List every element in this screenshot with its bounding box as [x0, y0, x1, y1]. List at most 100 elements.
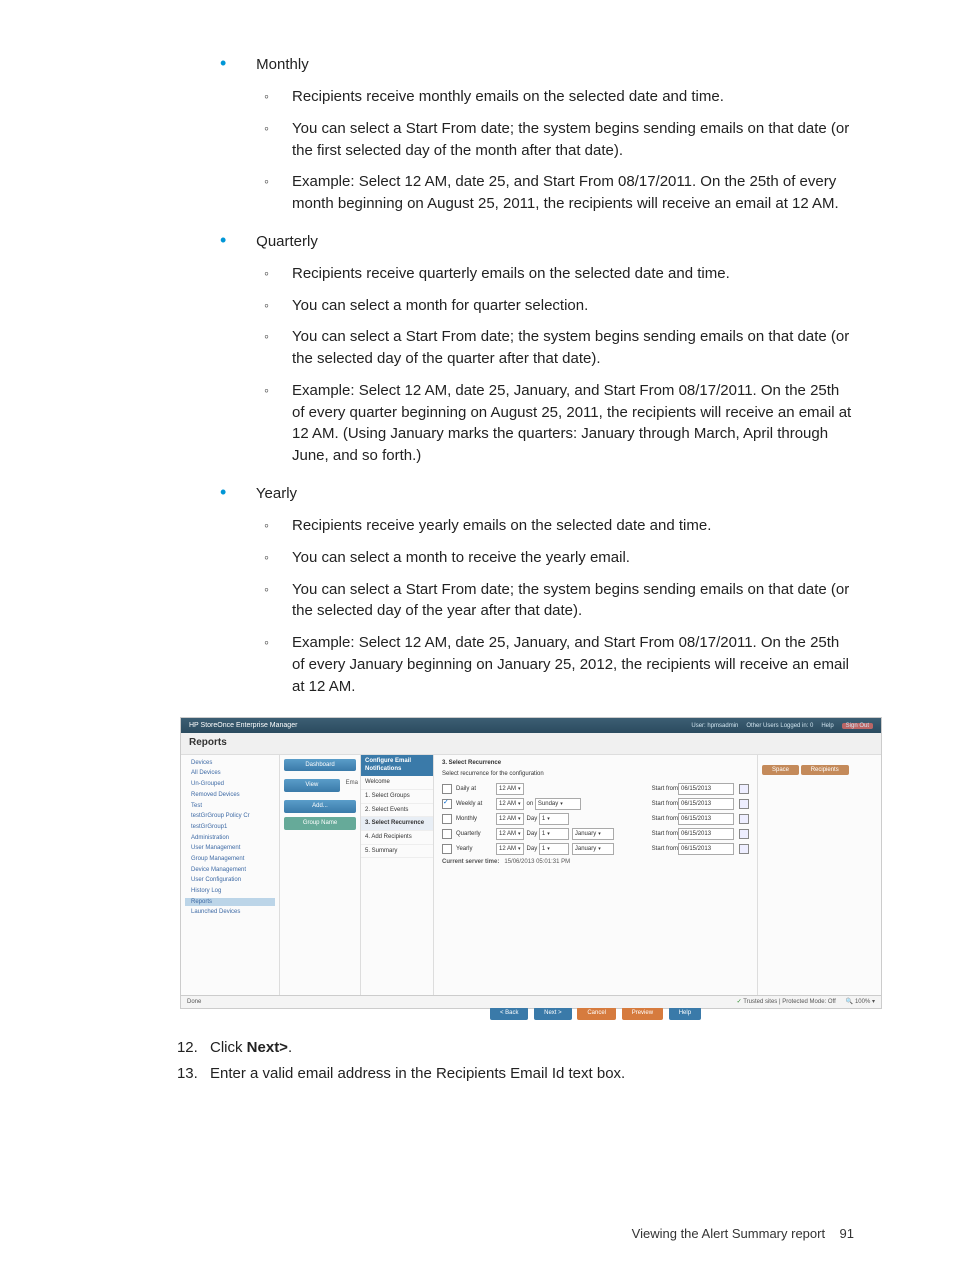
nav-devices[interactable]: Devices	[185, 759, 275, 768]
titlebar-right: User: hpmsadmin Other Users Logged in: 0…	[685, 721, 873, 731]
nav-removed[interactable]: Removed Devices	[185, 791, 275, 800]
ema-label: Ema	[346, 779, 358, 792]
nav-device-mgmt[interactable]: Device Management	[185, 866, 275, 875]
cancel-button[interactable]: Cancel	[577, 1007, 616, 1020]
next-label: Next>	[247, 1039, 288, 1056]
quarterly-item: Recipients receive quarterly emails on t…	[292, 263, 854, 285]
nav-administration[interactable]: Administration	[185, 834, 275, 843]
server-time-label: Current server time:	[442, 859, 499, 865]
quarterly-time-select[interactable]: 12 AM	[496, 828, 524, 840]
yearly-time-select[interactable]: 12 AM	[496, 843, 524, 855]
weekly-checkbox[interactable]	[442, 799, 452, 809]
preview-button[interactable]: Preview	[622, 1007, 663, 1020]
yearly-checkbox[interactable]	[442, 844, 452, 854]
nav-test[interactable]: Test	[185, 802, 275, 811]
trusted-sites-label: Trusted sites | Protected Mode: Off	[743, 999, 836, 1005]
yearly-day-select[interactable]: 1	[539, 843, 569, 855]
daily-label: Daily at	[456, 785, 496, 794]
wizard-step-5[interactable]: 5. Summary	[361, 845, 433, 859]
yearly-startfrom-input[interactable]: 06/15/2013	[678, 843, 734, 855]
next-button[interactable]: Next >	[534, 1007, 572, 1020]
day-label: Day	[527, 815, 538, 824]
yearly-item: Example: Select 12 AM, date 25, January,…	[292, 632, 854, 697]
weekly-day-select[interactable]: Sunday	[535, 798, 581, 810]
calendar-icon[interactable]	[739, 799, 749, 809]
view-button[interactable]: View	[284, 779, 340, 792]
procedure-steps: Click Next>. Enter a valid email address…	[180, 1037, 854, 1085]
quarterly-startfrom-input[interactable]: 06/15/2013	[678, 828, 734, 840]
group-name-header[interactable]: Group Name	[284, 817, 356, 830]
weekly-startfrom-input[interactable]: 06/15/2013	[678, 798, 734, 810]
nav-testgroup1[interactable]: testGrGroup1	[185, 823, 275, 832]
monthly-time-select[interactable]: 12 AM	[496, 813, 524, 825]
monthly-label: Monthly	[456, 815, 496, 824]
monthly-day-select[interactable]: 1	[539, 813, 569, 825]
daily-startfrom-input[interactable]: 06/15/2013	[678, 783, 734, 795]
yearly-month-select[interactable]: January	[572, 843, 614, 855]
yearly-label: Yearly	[456, 845, 496, 854]
step-12: Click Next>.	[202, 1037, 854, 1059]
left-nav: Devices All Devices Un-Grouped Removed D…	[181, 755, 280, 1005]
wizard-buttons: < Back Next > Cancel Preview Help	[442, 1007, 749, 1020]
nav-all-devices[interactable]: All Devices	[185, 769, 275, 778]
quarterly-startfrom-label: Start from	[652, 830, 678, 839]
yearly-label: Yearly	[256, 485, 297, 502]
monthly-items: Recipients receive monthly emails on the…	[220, 86, 854, 215]
monthly-item: Recipients receive monthly emails on the…	[292, 86, 854, 108]
space-button[interactable]: Space	[762, 765, 799, 776]
wizard-step-3[interactable]: 3. Select Recurrence	[361, 817, 433, 831]
app-title: HP StoreOnce Enterprise Manager	[189, 721, 297, 731]
status-done: Done	[187, 998, 201, 1007]
nav-ungrouped[interactable]: Un-Grouped	[185, 780, 275, 789]
nav-group-mgmt[interactable]: Group Management	[185, 855, 275, 864]
nav-user-mgmt[interactable]: User Management	[185, 844, 275, 853]
nav-history-log[interactable]: History Log	[185, 887, 275, 896]
quarterly-day-select[interactable]: 1	[539, 828, 569, 840]
monthly-startfrom-input[interactable]: 06/15/2013	[678, 813, 734, 825]
monthly-checkbox[interactable]	[442, 814, 452, 824]
weekly-startfrom-label: Start from	[652, 800, 678, 809]
daily-checkbox[interactable]	[442, 784, 452, 794]
wizard-step-1[interactable]: 1. Select Groups	[361, 790, 433, 804]
recipients-button[interactable]: Recipients	[801, 765, 849, 776]
quarterly-item: You can select a Start From date; the sy…	[292, 326, 854, 370]
other-users-label: Other Users Logged in: 0	[746, 723, 813, 729]
daily-startfrom-label: Start from	[652, 785, 678, 794]
wizard-welcome[interactable]: Welcome	[361, 776, 433, 790]
nav-testgroup-policy[interactable]: testGrGroup Policy Cr	[185, 812, 275, 821]
dashboard-button[interactable]: Dashboard	[284, 759, 356, 772]
calendar-icon[interactable]	[739, 814, 749, 824]
calendar-icon[interactable]	[739, 844, 749, 854]
nav-launched[interactable]: Launched Devices	[185, 908, 275, 917]
add-button[interactable]: Add...	[284, 800, 356, 813]
quarterly-item: You can select a month for quarter selec…	[292, 295, 854, 317]
calendar-icon[interactable]	[739, 784, 749, 794]
calendar-icon[interactable]	[739, 829, 749, 839]
weekly-time-select[interactable]: 12 AM	[496, 798, 524, 810]
help-link[interactable]: Help	[821, 723, 833, 729]
page-number: 91	[840, 1226, 854, 1241]
nav-user-config[interactable]: User Configuration	[185, 876, 275, 885]
yearly-row: Yearly 12 AM Day 1 January Start from 06…	[442, 843, 749, 855]
signout-button[interactable]: Sign Out	[842, 723, 873, 729]
wizard-step-4[interactable]: 4. Add Recipients	[361, 831, 433, 845]
server-time-value: 15/06/2013 05:01:31 PM	[504, 859, 570, 865]
zoom-label[interactable]: 🔍 100% ▾	[846, 999, 875, 1005]
daily-time-select[interactable]: 12 AM	[496, 783, 524, 795]
step-13: Enter a valid email address in the Recip…	[202, 1063, 854, 1085]
back-button[interactable]: < Back	[490, 1007, 529, 1020]
quarterly-month-select[interactable]: January	[572, 828, 614, 840]
yearly-items: Recipients receive yearly emails on the …	[220, 515, 854, 697]
quarterly-checkbox[interactable]	[442, 829, 452, 839]
wizard-step-2[interactable]: 2. Select Events	[361, 804, 433, 818]
step-subtitle: Select recurrence for the configuration	[442, 770, 749, 779]
quarterly-row: Quarterly 12 AM Day 1 January Start from…	[442, 828, 749, 840]
wizard-content: 3. Select Recurrence Select recurrence f…	[434, 755, 757, 1005]
status-bar: Done ✓ Trusted sites | Protected Mode: O…	[181, 995, 881, 1008]
step-title: 3. Select Recurrence	[442, 759, 749, 768]
wizard-steps: Configure Email Notifications Welcome 1.…	[361, 755, 434, 1005]
monthly-item: You can select a Start From date; the sy…	[292, 118, 854, 162]
help-button[interactable]: Help	[669, 1007, 701, 1020]
weekly-row: Weekly at 12 AM on Sunday Start from 06/…	[442, 798, 749, 810]
nav-reports[interactable]: Reports	[185, 898, 275, 907]
